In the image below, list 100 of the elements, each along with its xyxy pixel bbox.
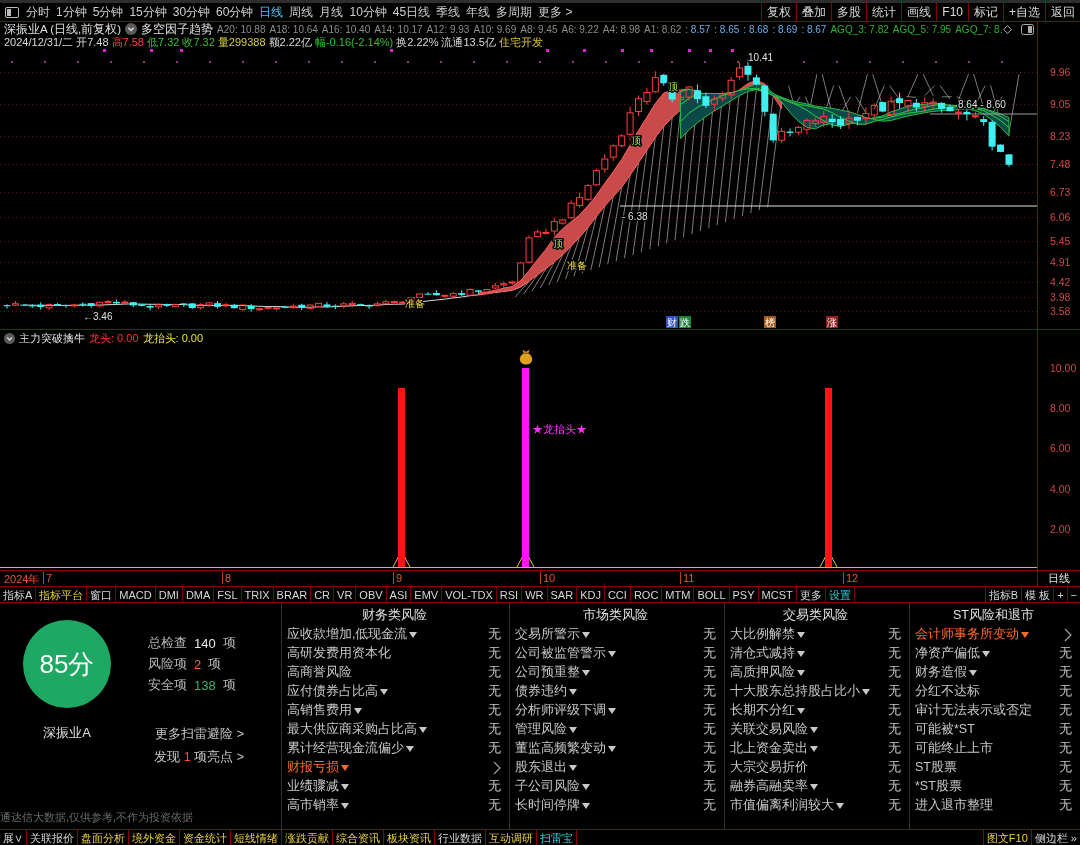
indicator-tab[interactable]: BRAR bbox=[273, 587, 312, 602]
bottom-tab[interactable]: 侧边栏 » bbox=[1030, 830, 1080, 845]
risk-item[interactable]: 市值偏离利润较大 bbox=[730, 797, 844, 814]
period-tab[interactable]: 5分钟 bbox=[89, 3, 127, 21]
indicator-tab[interactable]: 更多 bbox=[796, 587, 826, 602]
caret-icon[interactable] bbox=[409, 631, 418, 638]
risk-item[interactable]: 财务造假 bbox=[915, 664, 977, 681]
indicator-tab[interactable]: 设置 bbox=[825, 587, 855, 602]
risk-item[interactable]: 融券高融卖率 bbox=[730, 778, 818, 795]
indicator-tab[interactable]: EMV bbox=[411, 587, 443, 602]
risk-item[interactable]: 可能终止上市 bbox=[915, 740, 993, 757]
indicator-tab[interactable]: MTM bbox=[662, 587, 695, 602]
bottom-tab[interactable]: 板块资讯 bbox=[384, 830, 435, 845]
indicator-tab[interactable]: WR bbox=[522, 587, 548, 602]
caret-icon[interactable] bbox=[354, 707, 362, 714]
bottom-tab[interactable]: 行业数据 bbox=[435, 830, 486, 845]
panel-toggle-icon[interactable] bbox=[1021, 23, 1034, 35]
caret-icon[interactable] bbox=[797, 650, 805, 657]
indicator-tab[interactable]: CCI bbox=[604, 587, 631, 602]
bottom-tab[interactable]: 涨跌贡献 bbox=[282, 830, 333, 845]
risk-item[interactable]: 管理风险 bbox=[515, 721, 577, 738]
period-tab[interactable]: 季线 bbox=[433, 3, 464, 21]
period-tab[interactable]: 30分钟 bbox=[169, 3, 214, 21]
risk-item[interactable]: 大宗交易折价 bbox=[730, 759, 808, 776]
toolbar-button[interactable]: 标记 bbox=[968, 3, 1003, 21]
risk-item[interactable]: 审计无法表示或否定 bbox=[915, 702, 1032, 719]
risk-item[interactable]: 可能被*ST bbox=[915, 721, 975, 738]
toolbar-button[interactable]: 多股 bbox=[831, 3, 867, 21]
period-tab[interactable]: 45日线 bbox=[389, 3, 434, 21]
toolbar-button[interactable]: 统计 bbox=[866, 3, 902, 21]
caret-icon[interactable] bbox=[419, 726, 427, 733]
indicator-tab[interactable]: ROC bbox=[630, 587, 663, 602]
risk-item[interactable]: 累计经营现金流偏少 bbox=[287, 740, 414, 757]
indicator-tab[interactable]: MACD bbox=[116, 587, 156, 602]
risk-item[interactable]: 清仓式减持 bbox=[730, 645, 805, 662]
caret-icon[interactable] bbox=[836, 802, 844, 809]
caret-icon[interactable] bbox=[608, 707, 616, 714]
indicator-tab[interactable]: DMA bbox=[182, 587, 215, 602]
risk-item[interactable]: 交易所警示 bbox=[515, 626, 590, 643]
risk-item[interactable]: 应收款增加,低现金流 bbox=[287, 626, 418, 643]
risk-item[interactable]: 高商誉风险 bbox=[287, 664, 352, 681]
risk-item[interactable]: 业绩骤减 bbox=[287, 778, 349, 795]
risk-item[interactable]: ST股票 bbox=[915, 759, 957, 776]
caret-icon[interactable] bbox=[810, 726, 818, 733]
risk-item[interactable]: 董监高频繁变动 bbox=[515, 740, 616, 757]
caret-icon[interactable] bbox=[582, 631, 590, 638]
bottom-tab[interactable]: 关联报价 bbox=[27, 830, 78, 845]
period-tab[interactable]: 多周期 bbox=[493, 3, 536, 21]
panel-toggle-icon[interactable] bbox=[5, 6, 19, 18]
risk-item[interactable]: 会计师事务所变动 bbox=[915, 626, 1029, 643]
dropdown-icon[interactable] bbox=[4, 333, 15, 344]
indicator-tab[interactable]: − bbox=[1066, 587, 1080, 602]
indicator-tab[interactable]: 窗口 bbox=[87, 587, 117, 602]
caret-icon[interactable] bbox=[797, 707, 805, 714]
risk-item[interactable]: 财报亏损 bbox=[287, 759, 349, 776]
caret-icon[interactable] bbox=[969, 669, 977, 676]
caret-icon[interactable] bbox=[1021, 631, 1029, 638]
indicator-tab[interactable]: 指标A bbox=[0, 587, 37, 602]
risk-item[interactable]: 长期不分红 bbox=[730, 702, 805, 719]
caret-icon[interactable] bbox=[569, 726, 577, 733]
toolbar-button[interactable]: 复权 bbox=[761, 3, 797, 21]
period-tab[interactable]: 日线 bbox=[256, 3, 287, 21]
indicator-tab[interactable]: TRIX bbox=[241, 587, 274, 602]
caret-icon[interactable] bbox=[380, 688, 388, 695]
caret-icon[interactable] bbox=[608, 745, 616, 752]
indicator-tab[interactable]: + bbox=[1053, 587, 1067, 602]
indicator-tab[interactable]: MCST bbox=[758, 587, 797, 602]
risk-item[interactable]: 应付债券占比高 bbox=[287, 683, 388, 700]
risk-item[interactable]: 高研发费用资本化 bbox=[287, 645, 391, 662]
indicator-tab[interactable]: PSY bbox=[729, 587, 759, 602]
indicator-tab[interactable]: ASI bbox=[386, 587, 412, 602]
more-menu[interactable]: 更多 > bbox=[535, 3, 576, 21]
caret-icon[interactable] bbox=[406, 745, 414, 752]
indicator-tab[interactable]: KDJ bbox=[577, 587, 605, 602]
risk-item[interactable]: 关联交易风险 bbox=[730, 721, 818, 738]
bottom-tab[interactable]: 展∨ bbox=[0, 830, 27, 845]
indicator-tab[interactable]: FSL bbox=[214, 587, 242, 602]
risk-item[interactable]: *ST股票 bbox=[915, 778, 962, 795]
caret-icon[interactable] bbox=[582, 783, 590, 790]
caret-icon[interactable] bbox=[341, 783, 349, 790]
toolbar-button[interactable]: 叠加 bbox=[796, 3, 832, 21]
caret-icon[interactable] bbox=[582, 802, 590, 809]
period-tab[interactable]: 10分钟 bbox=[346, 3, 390, 21]
risk-item[interactable]: 高质押风险 bbox=[730, 664, 805, 681]
dropdown-icon[interactable] bbox=[125, 23, 138, 35]
indicator-tab[interactable]: VR bbox=[334, 587, 357, 602]
caret-icon[interactable] bbox=[862, 688, 870, 695]
caret-icon[interactable] bbox=[569, 764, 577, 771]
bottom-tab[interactable]: 图文F10 bbox=[982, 830, 1031, 845]
risk-item[interactable]: 股东退出 bbox=[515, 759, 577, 776]
caret-icon[interactable] bbox=[982, 650, 990, 657]
indicator-tab[interactable]: VOL-TDX bbox=[442, 587, 497, 602]
risk-item[interactable]: 公司预重整 bbox=[515, 664, 590, 681]
caret-icon[interactable] bbox=[582, 669, 590, 676]
risk-item[interactable]: 公司被监管警示 bbox=[515, 645, 616, 662]
caret-icon[interactable] bbox=[569, 688, 577, 695]
indicator-tab[interactable]: OBV bbox=[356, 587, 387, 602]
bottom-tab[interactable]: 境外资金 bbox=[129, 830, 180, 845]
risk-item[interactable]: 高销售费用 bbox=[287, 702, 362, 719]
caret-icon[interactable] bbox=[341, 802, 349, 809]
